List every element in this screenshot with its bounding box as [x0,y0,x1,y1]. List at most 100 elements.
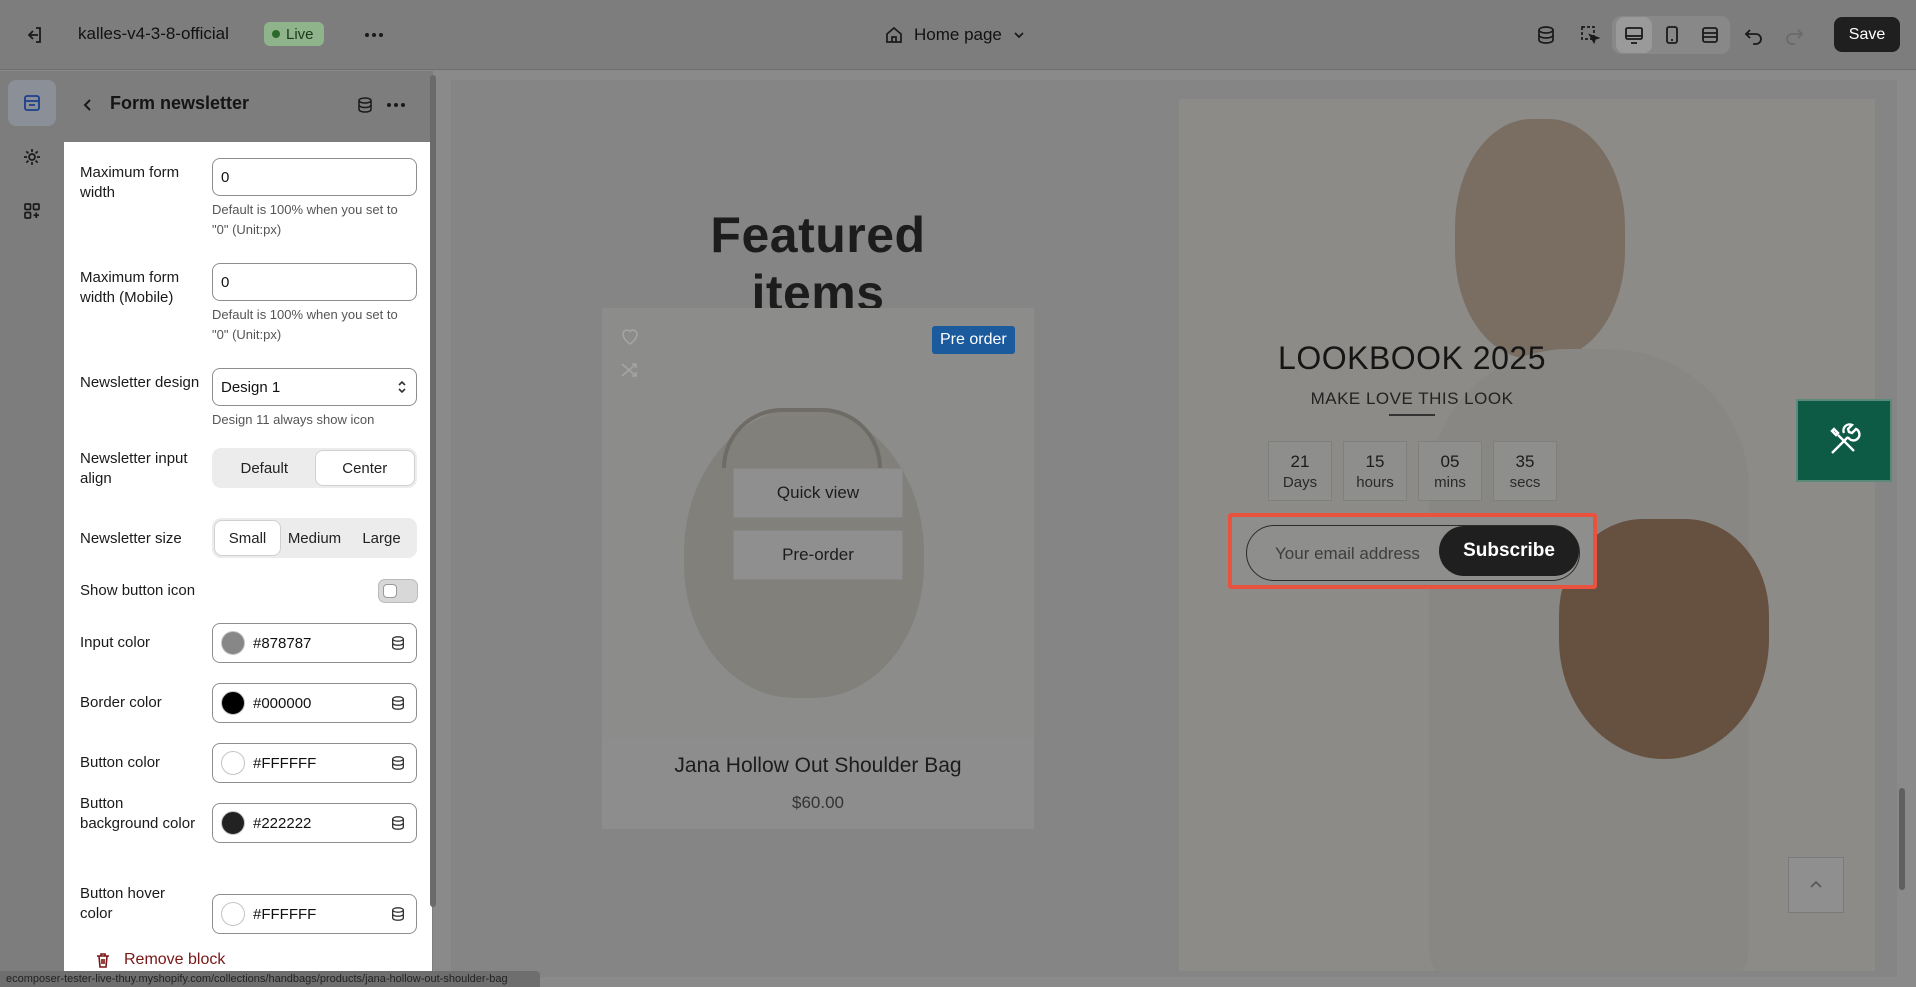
product-price: $60.00 [792,793,844,812]
redo-icon[interactable] [1776,17,1812,53]
email-input[interactable]: Your email address [1275,544,1420,564]
panel-more-icon[interactable] [382,91,410,119]
input-color-value: #878787 [253,634,312,652]
newsletter-size-segmented: Small Medium Large [212,518,417,558]
input-align-default-option[interactable]: Default [215,451,314,485]
panel-title: Form newsletter [110,93,250,113]
back-icon[interactable] [74,91,102,119]
database-icon[interactable] [388,904,408,924]
back-to-top-button[interactable] [1788,857,1844,913]
database-icon[interactable] [388,693,408,713]
input-color-field[interactable]: #878787 [212,623,417,663]
button-bg-color-swatch[interactable] [221,811,245,835]
panel-scrollbar[interactable] [430,75,436,907]
fullwidth-view-icon[interactable] [1692,17,1728,53]
live-status-badge: Live [264,22,324,46]
size-medium-option[interactable]: Medium [282,521,347,555]
remove-block-label: Remove block [124,951,226,968]
countdown-hours-unit: hours [1356,474,1394,491]
button-hover-color-label: Button hover color [80,885,166,922]
heart-icon[interactable] [618,324,642,348]
subscribe-button[interactable]: Subscribe [1439,526,1579,576]
input-color-swatch[interactable] [221,631,245,655]
page-selector[interactable]: Home page [884,20,1026,50]
mobile-view-icon[interactable] [1654,17,1690,53]
size-small-option[interactable]: Small [215,521,280,555]
trash-icon [97,953,109,968]
input-color-label: Input color [80,634,151,651]
button-hover-color-swatch[interactable] [221,902,245,926]
border-color-label: Border color [80,694,162,711]
save-button[interactable]: Save [1834,17,1900,52]
live-label: Live [286,25,314,43]
input-align-segmented: Default Center [212,448,417,488]
top-bar: kalles-v4-3-8-official Live Home page Sa… [0,0,1916,70]
product-image[interactable]: Pre order Quick view Pre-order [602,308,1034,738]
input-align-label: Newsletter input align [80,450,188,487]
button-bg-color-field[interactable]: #222222 [212,803,417,843]
model-head-illustration [1455,119,1625,359]
countdown-secs-unit: secs [1509,474,1541,491]
border-color-field[interactable]: #000000 [212,683,417,723]
tools-button[interactable] [1796,399,1892,482]
button-color-swatch[interactable] [221,751,245,775]
product-card[interactable]: Pre order Quick view Pre-order Jana Holl… [602,308,1034,829]
show-button-icon-toggle[interactable] [378,579,418,603]
newsletter-design-help: Design 11 always show icon [212,412,375,427]
countdown-secs: 35 secs [1493,441,1557,501]
countdown-secs-num: 35 [1515,452,1535,471]
wrench-screwdriver-icon [1830,422,1861,454]
live-dot-icon [272,30,280,38]
app-embed-icon[interactable] [1528,17,1564,53]
show-button-icon-label: Show button icon [80,582,196,599]
featured-items-heading: Featured items [710,207,926,321]
remove-block-button[interactable]: Remove block [94,951,225,969]
max-form-width-mobile-input[interactable] [212,263,417,301]
toggle-knob [383,584,397,598]
shuffle-icon[interactable] [618,358,642,382]
panel-header: Form newsletter [64,71,433,141]
dynamic-source-icon[interactable] [352,91,378,119]
newsletter-design-select[interactable]: Design 1 [212,368,417,406]
theme-settings-icon[interactable] [8,134,56,180]
countdown-mins: 05 mins [1418,441,1482,501]
countdown-mins-num: 05 [1440,452,1460,471]
product-name[interactable]: Jana Hollow Out Shoulder Bag [602,754,1034,778]
database-icon[interactable] [388,753,408,773]
input-align-center-option[interactable]: Center [315,451,414,485]
newsletter-design-label: Newsletter design [80,374,200,391]
database-icon[interactable] [388,813,408,833]
countdown-mins-unit: mins [1434,474,1466,491]
countdown-days-num: 21 [1290,452,1310,471]
button-color-field[interactable]: #FFFFFF [212,743,417,783]
max-form-width-label: Maximum form width [80,164,180,201]
panel-body: Maximum form width Default is 100% when … [64,142,432,987]
lookbook-title: LOOKBOOK 2025 [1278,340,1546,376]
status-bar-url: ecomposer-tester-live-thuy.myshopify.com… [0,971,540,987]
quick-view-button[interactable]: Quick view [733,468,903,518]
apps-icon[interactable] [8,188,56,234]
preview-scrollbar[interactable] [1899,788,1905,890]
button-color-label: Button color [80,754,161,771]
button-hover-color-field[interactable]: #FFFFFF [212,894,417,934]
chevron-up-icon [1810,880,1822,888]
newsletter-size-label: Newsletter size [80,530,182,547]
desktop-view-icon[interactable] [1616,17,1652,53]
sections-icon[interactable] [8,80,56,126]
pre-order-button[interactable]: Pre-order [733,530,903,580]
left-rail [0,71,64,987]
max-form-width-input[interactable] [212,158,417,196]
lookbook-subtitle: MAKE LOVE THIS LOOK [1310,389,1514,408]
subtitle-underline [1389,414,1435,416]
home-icon [886,26,902,43]
exit-icon[interactable] [20,22,48,48]
inspector-icon[interactable] [1572,17,1608,53]
button-bg-color-value: #222222 [253,814,312,832]
database-icon[interactable] [388,633,408,653]
settings-panel: Form newsletter Maximum form width Defau… [64,71,433,987]
undo-icon[interactable] [1736,17,1772,53]
store-more-icon[interactable] [360,22,388,48]
size-large-option[interactable]: Large [349,521,414,555]
button-color-value: #FFFFFF [253,754,317,772]
border-color-swatch[interactable] [221,691,245,715]
